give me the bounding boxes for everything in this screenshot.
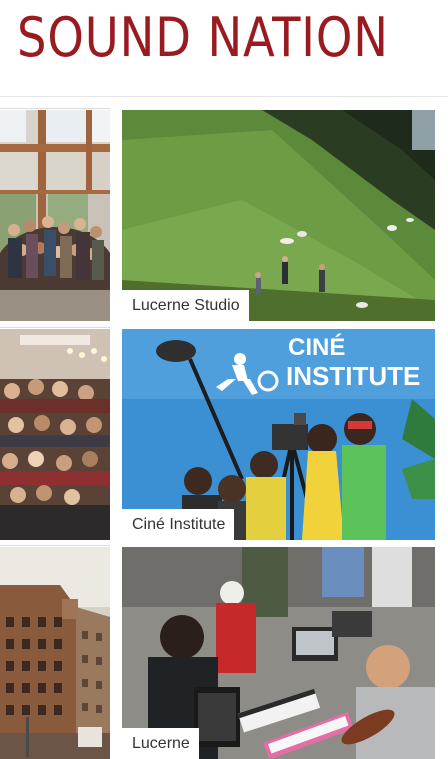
row-divider [0, 108, 110, 109]
group-photo-image [0, 110, 110, 321]
tile-caption: Ciné Institute [122, 509, 235, 540]
row-divider [0, 327, 110, 328]
cine-sign-line2: INSTITUTE [286, 361, 420, 391]
group-photo-image [0, 329, 110, 540]
cine-sign-line1: CINÉ [288, 333, 345, 361]
tile-lucerne-studio[interactable]: Lucerne Studio [122, 110, 435, 321]
group-photo-thumbnail-1[interactable] [0, 110, 110, 321]
tile-lucerne[interactable]: Lucerne [122, 547, 435, 759]
row-divider [0, 545, 110, 546]
tile-cine-institute[interactable]: CINÉ INSTITUTE Ciné Institute [122, 329, 435, 540]
header-divider [0, 96, 448, 97]
site-logo[interactable]: SOUND NATION [17, 6, 389, 70]
building-thumbnail[interactable] [0, 547, 110, 759]
tile-caption: Lucerne [122, 728, 199, 759]
site-header: SOUND NATION [0, 0, 448, 88]
building-street-image [0, 547, 110, 759]
group-photo-thumbnail-2[interactable] [0, 329, 110, 540]
tile-caption: Lucerne Studio [122, 290, 249, 321]
